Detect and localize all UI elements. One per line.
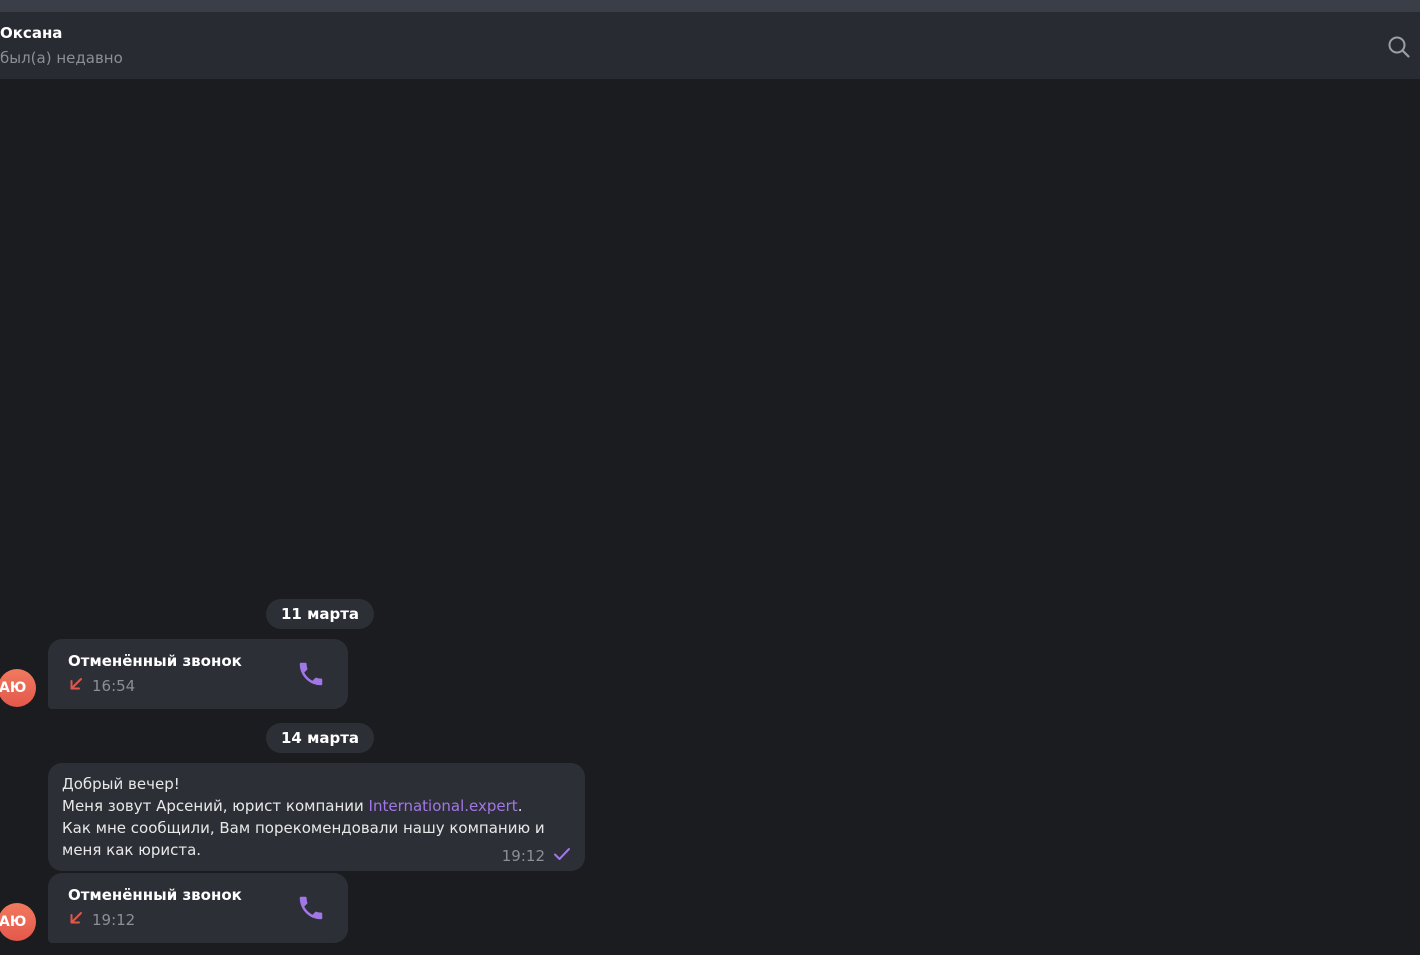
avatar[interactable]: АЮ — [0, 669, 36, 707]
company-link[interactable]: International.expert — [369, 797, 518, 815]
call-message[interactable]: Отменённый звонок 16:54 — [48, 639, 348, 709]
call-time: 19:12 — [92, 911, 136, 929]
phone-icon[interactable] — [296, 659, 326, 689]
message-line: Добрый вечер! — [62, 775, 180, 793]
call-title: Отменённый звонок — [68, 886, 242, 904]
contact-name[interactable]: Оксана — [0, 24, 62, 42]
window-top-strip — [0, 0, 1420, 12]
message-text-fragment: Меня зовут Арсений, юрист компании — [62, 797, 369, 815]
call-meta: 19:12 — [68, 911, 135, 929]
avatar[interactable]: АЮ — [0, 903, 36, 941]
message-text: Добрый вечер! Меня зовут Арсений, юрист … — [62, 773, 562, 861]
search-icon[interactable] — [1386, 34, 1412, 60]
text-message[interactable]: Добрый вечер! Меня зовут Арсений, юрист … — [48, 763, 585, 871]
contact-status: был(а) недавно — [0, 49, 123, 67]
arrow-down-left-icon — [68, 910, 84, 930]
message-line: Как мне сообщили, Вам порекомендовали на… — [62, 819, 545, 837]
call-message[interactable]: Отменённый звонок 19:12 — [48, 873, 348, 943]
date-separator: 14 марта — [266, 723, 375, 753]
message-line: меня как юриста. — [62, 841, 202, 859]
phone-icon[interactable] — [296, 893, 326, 923]
check-icon — [553, 846, 571, 865]
message-time: 19:12 — [501, 846, 545, 865]
arrow-down-left-icon — [68, 676, 84, 696]
chat-header[interactable]: Оксана был(а) недавно — [0, 12, 1420, 79]
message-meta: 19:12 — [502, 846, 571, 865]
message-line: Меня зовут Арсений, юрист компании Inter… — [62, 795, 562, 817]
call-meta: 16:54 — [68, 677, 135, 695]
message-text-fragment: . — [517, 797, 523, 815]
call-title: Отменённый звонок — [68, 652, 242, 670]
call-time: 16:54 — [92, 677, 136, 695]
date-separator: 11 марта — [266, 599, 375, 629]
